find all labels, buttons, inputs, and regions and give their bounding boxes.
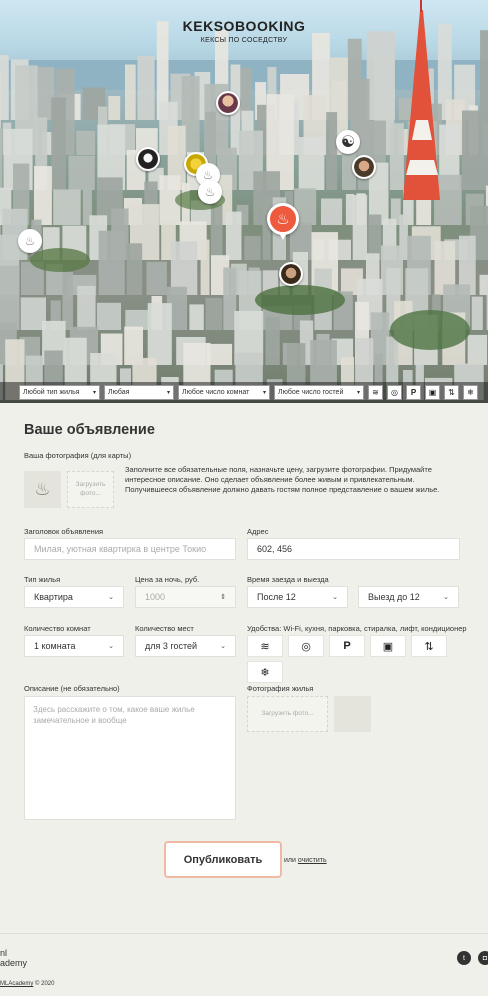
- avatar-icon: [281, 264, 301, 284]
- filter-rooms-select[interactable]: Любое число комнат ▾: [178, 385, 270, 400]
- capacity-label: Количество мест: [135, 624, 194, 633]
- brand-subtitle: КЕКСЫ ПО СОСЕДСТВУ: [200, 37, 288, 44]
- footer: nl ademy MLAcademy © 2020 t ◘: [0, 933, 488, 996]
- reset-link[interactable]: очистить: [298, 857, 327, 864]
- photos-upload-button[interactable]: Загрузить фото...: [247, 696, 328, 732]
- feature-washer-icon[interactable]: ▣: [370, 635, 406, 657]
- avatar-label: Ваша фотография (для карты): [24, 451, 132, 460]
- main-pin-tail: [279, 233, 287, 240]
- form-title: Ваше объявление: [24, 422, 155, 438]
- muffin-icon: ♨: [204, 185, 216, 199]
- filter-type-select[interactable]: Любой тип жилья ▾: [19, 385, 100, 400]
- feature-parking-icon[interactable]: P: [329, 635, 365, 657]
- yin-yang-icon: ☯: [340, 134, 356, 151]
- footer-copyright: MLAcademy © 2020: [0, 981, 55, 987]
- address-input[interactable]: 602, 456: [247, 538, 460, 560]
- muffin-icon: ♨: [24, 234, 36, 248]
- price-label: Цена за ночь, руб.: [135, 575, 200, 584]
- avatar-icon: [218, 93, 238, 113]
- filter-wifi-icon[interactable]: ≋: [368, 385, 383, 400]
- form-hint: Заполните все обязательные поля, назначь…: [125, 465, 440, 495]
- muffin-icon: ♨: [34, 479, 51, 499]
- feature-elevator-icon[interactable]: ⇅: [411, 635, 447, 657]
- pin-avatar-5[interactable]: [352, 155, 376, 179]
- filter-dishwasher-icon[interactable]: ◎: [387, 385, 402, 400]
- chevron-down-icon: ▾: [166, 390, 170, 396]
- description-label: Описание (не обязательно): [24, 684, 120, 693]
- brand-title: KEKSOBOOKING: [182, 18, 306, 34]
- main-pin[interactable]: ♨: [267, 203, 299, 235]
- stepper-icon: ⇕: [220, 594, 226, 601]
- filter-elevator-icon[interactable]: ⇅: [444, 385, 459, 400]
- reset-text: или очистить: [284, 857, 327, 864]
- photo-preview: [334, 696, 371, 732]
- avatar-icon: [354, 157, 374, 177]
- avatar-upload-button[interactable]: Загрузить фото...: [67, 471, 114, 508]
- chevron-down-icon: ▾: [356, 390, 360, 396]
- submit-button[interactable]: Опубликовать: [164, 841, 282, 878]
- pin-yinyang[interactable]: ☯: [336, 130, 360, 154]
- twitter-icon[interactable]: t: [457, 951, 471, 965]
- avatar-icon: [138, 149, 158, 169]
- instagram-icon[interactable]: ◘: [478, 951, 488, 965]
- filter-washer-icon[interactable]: ▣: [425, 385, 440, 400]
- pin-avatar-2[interactable]: [136, 147, 160, 171]
- chevron-down-icon: ⌄: [220, 643, 226, 650]
- photos-label: Фотография жилья: [247, 684, 314, 693]
- type-label: Тип жилья: [24, 575, 61, 584]
- map-filters: Любой тип жилья ▾ Любая ▾ Любое число комн…: [0, 382, 488, 403]
- map[interactable]: KEKSOBOOKING КЕКСЫ ПО СОСЕДСТВУ ♨ ♨ ☯ ♨ …: [0, 0, 488, 403]
- copyright-link[interactable]: MLAcademy: [0, 981, 33, 987]
- filter-price-select[interactable]: Любая ▾: [104, 385, 174, 400]
- brand: KEKSOBOOKING КЕКСЫ ПО СОСЕДСТВУ: [0, 18, 488, 44]
- pin-muffin-3[interactable]: ♨: [18, 229, 42, 253]
- avatar-preview: ♨: [24, 471, 61, 508]
- checkin-select[interactable]: После 12 ⌄: [247, 586, 348, 608]
- footer-logo[interactable]: nl ademy: [0, 948, 27, 969]
- chevron-down-icon: ⌄: [332, 594, 338, 601]
- filter-conditioner-icon[interactable]: ❄: [463, 385, 478, 400]
- chevron-down-icon: ⌄: [108, 594, 114, 601]
- title-label: Заголовок объявления: [24, 527, 104, 536]
- address-label: Адрес: [247, 527, 269, 536]
- pin-avatar-1[interactable]: [216, 91, 240, 115]
- ad-form: Ваше объявление Ваша фотография (для кар…: [0, 403, 488, 933]
- price-input[interactable]: 1000 ⇕: [135, 586, 236, 608]
- muffin-icon: ♨: [276, 211, 290, 228]
- rooms-select[interactable]: 1 комната ⌄: [24, 635, 124, 657]
- feature-dishwasher-icon[interactable]: ◎: [288, 635, 324, 657]
- features-label: Удобства: Wi-Fi, кухня, парковка, стирал…: [247, 624, 467, 633]
- pin-avatar-6[interactable]: [279, 262, 303, 286]
- type-select[interactable]: Квартира ⌄: [24, 586, 124, 608]
- description-textarea[interactable]: Здесь расскажите о том, какое ваше жилье…: [24, 696, 236, 820]
- filter-parking-icon[interactable]: P: [406, 385, 421, 400]
- checkout-select[interactable]: Выезд до 12 ⌄: [358, 586, 459, 608]
- rooms-label: Количество комнат: [24, 624, 91, 633]
- filter-guests-select[interactable]: Любое число гостей ▾: [274, 385, 364, 400]
- chevron-down-icon: ⌄: [108, 643, 114, 650]
- chevron-down-icon: ▾: [262, 390, 266, 396]
- title-input[interactable]: Милая, уютная квартирка в центре Токио: [24, 538, 236, 560]
- time-label: Время заезда и выезда: [247, 575, 329, 584]
- feature-conditioner-icon[interactable]: ❄: [247, 661, 283, 683]
- chevron-down-icon: ⌄: [443, 594, 449, 601]
- feature-wifi-icon[interactable]: ≋: [247, 635, 283, 657]
- chevron-down-icon: ▾: [92, 390, 96, 396]
- city-background: [0, 0, 488, 400]
- pin-muffin-2[interactable]: ♨: [198, 180, 222, 204]
- capacity-select[interactable]: для 3 гостей ⌄: [135, 635, 236, 657]
